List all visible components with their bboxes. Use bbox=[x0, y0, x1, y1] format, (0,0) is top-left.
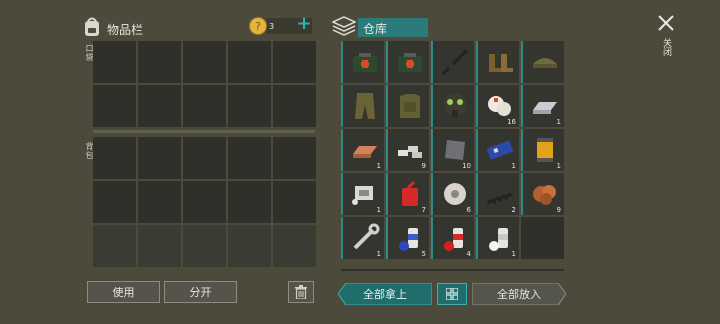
warehouse-slot[interactable]: 1 bbox=[341, 217, 384, 259]
warehouse-slot[interactable]: 2 bbox=[476, 173, 519, 215]
item-quantity: 1 bbox=[376, 162, 381, 170]
put-all-button[interactable]: 全部放入 bbox=[472, 283, 566, 305]
inventory-title: 物品栏 bbox=[107, 23, 144, 37]
coin-icon: ? bbox=[249, 17, 267, 35]
item-quantity: 10 bbox=[462, 162, 471, 170]
warehouse-slot[interactable]: 1 bbox=[521, 129, 564, 171]
warehouse-slot[interactable]: 1 bbox=[476, 217, 519, 259]
warehouse-slot[interactable]: 5 bbox=[386, 217, 429, 259]
camo-pants-icon bbox=[355, 93, 375, 119]
camo-cap-icon bbox=[533, 58, 557, 68]
trash-icon bbox=[295, 285, 307, 299]
backpack-slot-locked bbox=[228, 225, 271, 267]
warehouse-slot[interactable]: 9 bbox=[521, 173, 564, 215]
pocket-slot[interactable] bbox=[228, 85, 271, 127]
warehouse-slot[interactable] bbox=[521, 41, 564, 83]
coin-count: 3 bbox=[269, 22, 275, 31]
trash-button[interactable] bbox=[288, 281, 314, 303]
item-quantity: 7 bbox=[421, 206, 426, 214]
item-quantity: 1 bbox=[511, 162, 516, 170]
item-quantity: 9 bbox=[556, 206, 561, 214]
take-all-button[interactable]: 全部拿上 bbox=[338, 283, 432, 305]
warehouse-slot[interactable] bbox=[341, 41, 384, 83]
item-quantity: 6 bbox=[466, 206, 471, 214]
pocket-slot[interactable] bbox=[183, 41, 226, 83]
warehouse-title: 仓库 bbox=[363, 22, 388, 36]
pocket-slot[interactable] bbox=[228, 41, 271, 83]
warehouse-next-row bbox=[341, 269, 564, 271]
warehouse-slot[interactable]: 4 bbox=[431, 217, 474, 259]
backpack-icon bbox=[82, 16, 102, 38]
grid-sort-icon bbox=[446, 288, 458, 300]
item-quantity: 9 bbox=[421, 162, 426, 170]
warehouse-slot[interactable]: 1 bbox=[521, 85, 564, 127]
close-label[interactable]: 关闭 bbox=[660, 38, 673, 56]
boots-icon bbox=[489, 54, 513, 72]
sort-button[interactable] bbox=[437, 283, 467, 305]
backpack-grid bbox=[93, 137, 316, 267]
backpack-slot-locked bbox=[93, 225, 136, 267]
warehouse-slot[interactable]: 1 bbox=[341, 129, 384, 171]
warehouse-slot-empty[interactable] bbox=[521, 217, 564, 259]
item-quantity: 16 bbox=[507, 118, 516, 126]
item-quantity: 5 bbox=[421, 250, 426, 258]
backpack-slot[interactable] bbox=[93, 137, 136, 179]
warehouse-slot[interactable]: 7 bbox=[386, 173, 429, 215]
close-icon[interactable] bbox=[657, 14, 675, 32]
warehouse-slot[interactable] bbox=[386, 41, 429, 83]
backpack-slot[interactable] bbox=[138, 181, 181, 223]
warehouse-slot[interactable]: 9 bbox=[386, 129, 429, 171]
pocket-slot[interactable] bbox=[183, 85, 226, 127]
medkit-case-icon bbox=[398, 53, 422, 72]
camo-vest-icon bbox=[400, 94, 420, 118]
put-all-label: 全部放入 bbox=[497, 288, 541, 301]
backpack-slot[interactable] bbox=[228, 137, 271, 179]
item-quantity: 1 bbox=[556, 162, 561, 170]
section-divider bbox=[93, 130, 315, 133]
warehouse-grid: 16 1 1 9 10 1 1 1 7 6 2 9 1 5 4 1 bbox=[341, 41, 564, 269]
warehouse-slot[interactable]: 6 bbox=[431, 173, 474, 215]
warehouse-slot[interactable] bbox=[386, 85, 429, 127]
medkit-case-icon bbox=[353, 53, 377, 72]
backpack-slot[interactable] bbox=[183, 181, 226, 223]
add-coins-button[interactable]: + bbox=[295, 14, 313, 34]
backpack-slot-locked bbox=[273, 225, 316, 267]
split-button[interactable]: 分开 bbox=[164, 281, 237, 303]
backpack-slot-locked bbox=[183, 225, 226, 267]
rifle-icon bbox=[441, 48, 469, 76]
backpack-slot[interactable] bbox=[138, 137, 181, 179]
pocket-slot[interactable] bbox=[273, 41, 316, 83]
svg-text:?: ? bbox=[255, 20, 261, 33]
backpack-slot[interactable] bbox=[93, 181, 136, 223]
pocket-slot[interactable] bbox=[93, 85, 136, 127]
take-all-label: 全部拿上 bbox=[363, 288, 407, 301]
pocket-slot[interactable] bbox=[138, 41, 181, 83]
pocket-slot[interactable] bbox=[138, 85, 181, 127]
item-quantity: 1 bbox=[556, 118, 561, 126]
pocket-slot[interactable] bbox=[93, 41, 136, 83]
warehouse-slot[interactable] bbox=[476, 41, 519, 83]
item-quantity: 1 bbox=[376, 206, 381, 214]
item-quantity: 4 bbox=[466, 250, 471, 258]
backpack-slot[interactable] bbox=[273, 181, 316, 223]
pocket-grid bbox=[93, 41, 316, 127]
item-quantity: 1 bbox=[376, 250, 381, 258]
warehouse-slot[interactable]: 10 bbox=[431, 129, 474, 171]
warehouse-slot[interactable]: 1 bbox=[341, 173, 384, 215]
backpack-slot[interactable] bbox=[183, 137, 226, 179]
gas-mask-icon bbox=[444, 93, 466, 117]
item-quantity: 1 bbox=[511, 250, 516, 258]
backpack-slot[interactable] bbox=[228, 181, 271, 223]
warehouse-slot[interactable]: 16 bbox=[476, 85, 519, 127]
pocket-slot[interactable] bbox=[273, 85, 316, 127]
warehouse-slot[interactable] bbox=[431, 41, 474, 83]
use-button[interactable]: 使用 bbox=[87, 281, 160, 303]
warehouse-slot[interactable]: 1 bbox=[476, 129, 519, 171]
warehouse-slot[interactable] bbox=[431, 85, 474, 127]
item-quantity: 2 bbox=[511, 206, 516, 214]
backpack-slot-locked bbox=[138, 225, 181, 267]
warehouse-icon bbox=[331, 16, 357, 38]
warehouse-slot[interactable] bbox=[341, 85, 384, 127]
backpack-slot[interactable] bbox=[273, 137, 316, 179]
